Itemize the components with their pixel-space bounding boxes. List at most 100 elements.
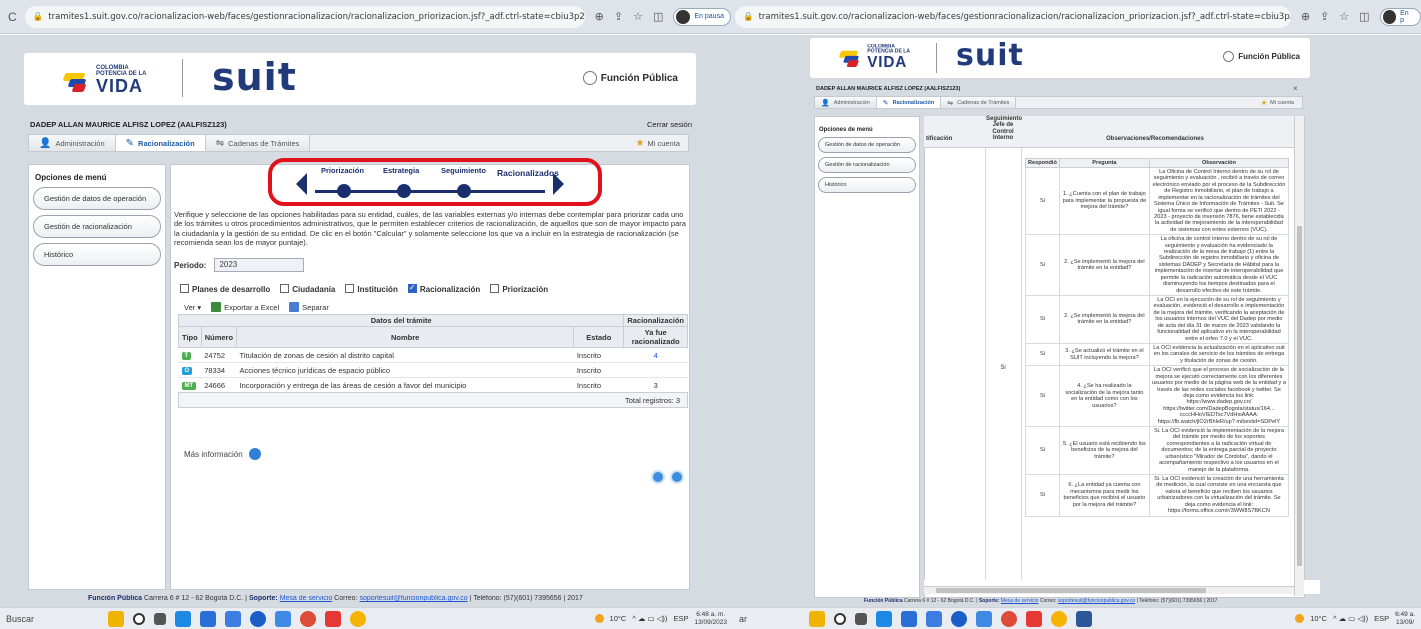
task-view-icon[interactable]	[154, 612, 166, 625]
table-row: Si 6. ¿La entidad ya cuenta con mecanismo…	[1025, 473, 1290, 517]
taskbar-search[interactable]: ar	[733, 614, 763, 624]
close-icon[interactable]: ×	[1293, 84, 1298, 93]
url-text: tramites1.suit.gov.co/racionalizacion-we…	[758, 11, 1291, 22]
site-footer: Función Pública Carrera 6 # 12 - 62 Bogo…	[88, 595, 583, 602]
clock[interactable]: 6:49 a. 13/09/	[1395, 611, 1415, 627]
seal-icon	[1223, 51, 1235, 62]
app-icon[interactable]	[976, 610, 992, 627]
sidebar-icon[interactable]: ◫	[653, 10, 663, 23]
table-row[interactable]: T 24752 Titulación de zonas de cesión al…	[178, 347, 688, 363]
menu-gestion-datos[interactable]: Gestión de datos de operación	[33, 187, 161, 210]
files-icon[interactable]	[108, 610, 124, 627]
filter-checkboxes: Planes de desarrollo Ciudadanía Instituc…	[180, 283, 548, 294]
menu-historico[interactable]: Histórico	[818, 177, 916, 193]
zoom-icon[interactable]: ⊕	[1301, 10, 1310, 23]
taskbar-search[interactable]: Buscar	[0, 614, 100, 624]
mesa-servicio-link[interactable]: Mesa de servicio	[280, 595, 333, 602]
mas-informacion[interactable]: Más información	[184, 448, 261, 460]
tab-cadenas-tramites[interactable]: ⇋ Cadenas de Trámites	[941, 97, 1017, 108]
start-icon[interactable]	[133, 612, 145, 625]
support-email-link[interactable]: soportesuit@funcionpublica.gov.co	[359, 595, 467, 602]
user-icon: 👤	[39, 137, 52, 149]
edge-icon[interactable]	[876, 610, 892, 627]
nav-prev-button[interactable]	[651, 470, 665, 484]
menu-gestion-racionalizacion[interactable]: Gestión de racionalización	[818, 157, 916, 173]
table-row[interactable]: MT 24666 Incorporación y entrega de las …	[178, 377, 688, 393]
table-row[interactable]: O 78334 Acciones técnico jurídicas de es…	[178, 362, 688, 378]
col-estado[interactable]: Estado	[573, 326, 625, 348]
col-tipo[interactable]: Tipo	[178, 326, 202, 348]
menu-gestion-datos[interactable]: Gestión de datos de operación	[818, 137, 916, 153]
info-icon[interactable]	[248, 448, 261, 460]
export-excel-button[interactable]: Exportar a Excel	[211, 302, 279, 312]
checkbox-racionalizacion[interactable]: Racionalización	[407, 283, 480, 294]
taskbar-apps	[108, 610, 366, 627]
outlook-icon[interactable]	[901, 610, 917, 627]
profile-button[interactable]: En pausa	[673, 7, 731, 26]
col-numero[interactable]: Número	[200, 326, 238, 348]
zoom-icon[interactable]: ⊕	[595, 10, 604, 23]
logout-link[interactable]: Cerrar sesión	[647, 120, 692, 129]
periodo-field[interactable]: 2023	[214, 258, 305, 272]
ie-icon[interactable]	[250, 610, 266, 627]
tray-icons[interactable]: ^ ☁ ▭ ◁))	[632, 614, 667, 623]
column-divider	[1021, 148, 1022, 592]
star-icon[interactable]: ☆	[633, 10, 643, 23]
reload-icon[interactable]: C	[8, 10, 17, 24]
sidebar-icon[interactable]: ◫	[1359, 10, 1369, 23]
tray-icons[interactable]: ^ ☁ ▭ ◁))	[1333, 614, 1368, 623]
tab-administracion[interactable]: 👤 Administración	[29, 135, 116, 151]
ver-menu[interactable]: Ver ▾	[184, 303, 201, 312]
checkbox-institucion[interactable]: Institución	[345, 284, 398, 294]
chrome2-icon[interactable]	[1051, 610, 1067, 627]
share-icon[interactable]: ⇪	[1320, 10, 1329, 23]
language-indicator[interactable]: ESP	[673, 614, 688, 623]
language-indicator[interactable]: ESP	[1374, 614, 1389, 623]
url-text: tramites1.suit.gov.co/racionalizacion-we…	[48, 11, 585, 22]
checkbox-planes[interactable]: Planes de desarrollo	[180, 284, 270, 294]
tab-administracion[interactable]: 👤 Administración	[815, 97, 877, 108]
tab-cadenas-tramites[interactable]: ⇋ Cadenas de Trámites	[205, 135, 311, 151]
checkbox-priorizacion[interactable]: Priorización	[490, 284, 548, 294]
ie-icon[interactable]	[951, 610, 967, 627]
separar-button[interactable]: Separar	[289, 302, 329, 312]
mi-cuenta-button[interactable]: ★ Mi cuenta	[1253, 97, 1302, 108]
task-view-icon[interactable]	[855, 612, 867, 625]
mi-cuenta-button[interactable]: ★ Mi cuenta	[628, 135, 689, 151]
chrome-icon[interactable]	[300, 610, 316, 627]
pdf-icon[interactable]	[1026, 610, 1042, 627]
vertical-scrollbar[interactable]	[1294, 116, 1304, 596]
nav-next-button[interactable]	[670, 470, 684, 484]
col-pregunta: Pregunta	[1058, 158, 1150, 168]
weather-icon	[1295, 614, 1305, 623]
mail-icon[interactable]	[225, 610, 241, 627]
detach-icon	[289, 302, 300, 312]
files-icon[interactable]	[809, 610, 825, 627]
col-nombre[interactable]: Nombre	[236, 326, 575, 348]
tab-racionalizacion[interactable]: ✎ Racionalización	[876, 97, 942, 108]
support-email-link[interactable]: soportesuit@funcionpublica.gov.co	[1058, 598, 1135, 604]
mail-icon[interactable]	[926, 610, 942, 627]
mesa-servicio-link[interactable]: Mesa de servicio	[1001, 598, 1039, 604]
horizontal-scrollbar[interactable]	[924, 586, 1294, 594]
star-icon[interactable]: ☆	[1339, 10, 1349, 23]
outlook-icon[interactable]	[200, 610, 216, 627]
col-ya-racionalizado[interactable]: Ya fue racionalizado	[623, 326, 688, 348]
word-icon[interactable]	[1076, 610, 1092, 627]
checkbox-ciudadania[interactable]: Ciudadanía	[280, 284, 335, 294]
pdf-icon[interactable]	[325, 610, 341, 627]
share-icon[interactable]: ⇪	[614, 10, 623, 23]
scrollbar-thumb[interactable]	[1297, 226, 1302, 566]
menu-gestion-racionalizacion[interactable]: Gestión de racionalización	[33, 215, 161, 238]
profile-button[interactable]: En p	[1379, 7, 1421, 26]
chrome2-icon[interactable]	[350, 610, 366, 627]
app-icon[interactable]	[275, 610, 291, 627]
address-bar[interactable]: 🔒 tramites1.suit.gov.co/racionalizacion-…	[735, 5, 1291, 28]
clock[interactable]: 6:48 a. m. 13/09/2023	[694, 611, 727, 627]
start-icon[interactable]	[834, 612, 846, 625]
edge-icon[interactable]	[175, 610, 191, 627]
menu-historico[interactable]: Histórico	[33, 243, 161, 266]
address-bar[interactable]: 🔒 tramites1.suit.gov.co/racionalizacion-…	[24, 5, 585, 28]
tab-racionalizacion[interactable]: ✎ Racionalización	[115, 135, 206, 151]
chrome-icon[interactable]	[1001, 610, 1017, 627]
